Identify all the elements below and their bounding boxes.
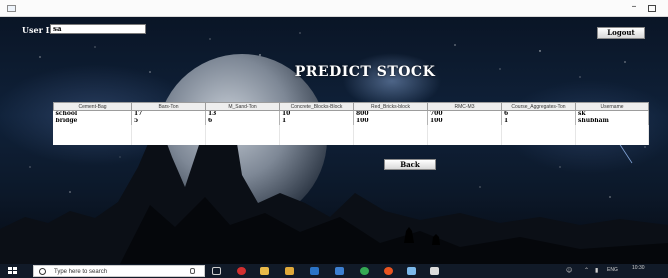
table-cell[interactable]: shubham — [575, 117, 649, 125]
chevron-up-icon[interactable]: ⌃ — [584, 266, 589, 275]
table-cell[interactable]: 1 — [501, 117, 576, 125]
windows-start-icon[interactable] — [8, 267, 18, 275]
task-view-icon[interactable] — [212, 267, 221, 275]
column-header[interactable]: RMC-M3 — [427, 102, 502, 111]
table-cell[interactable]: school — [53, 110, 132, 118]
page-title: PREDICT STOCK — [294, 64, 436, 80]
taskbar: Type here to search ☺ ⌃ ▮ ENG 10:30 — [0, 264, 668, 278]
java-icon[interactable] — [430, 267, 439, 275]
table-empty-area — [53, 124, 649, 145]
table-cell[interactable]: 10 — [279, 110, 354, 118]
language-indicator[interactable]: ENG — [607, 267, 618, 274]
file-explorer-icon[interactable] — [260, 267, 269, 275]
table-cell[interactable]: 17 — [131, 110, 206, 118]
table-cell[interactable]: 800 — [353, 110, 428, 118]
column-header[interactable]: Concrete_Blocks-Block — [279, 102, 354, 111]
logout-button[interactable]: Logout — [597, 27, 645, 39]
edge-icon[interactable] — [310, 267, 319, 275]
file-explorer-icon[interactable] — [285, 267, 294, 275]
settings-icon[interactable] — [384, 267, 393, 275]
user-id-field[interactable]: sa — [50, 24, 146, 34]
column-header[interactable]: Username — [575, 102, 649, 111]
column-header[interactable]: Cement-Bag — [53, 102, 132, 111]
maximize-icon[interactable] — [648, 5, 656, 12]
search-icon — [39, 268, 46, 275]
clock-time[interactable]: 10:30 — [632, 265, 645, 272]
microphone-icon[interactable] — [190, 268, 195, 274]
search-placeholder: Type here to search — [54, 269, 108, 275]
column-header[interactable]: Red_Bricks-block — [353, 102, 428, 111]
table-cell[interactable]: 5 — [131, 117, 206, 125]
table-cell[interactable]: 100 — [427, 117, 502, 125]
back-button[interactable]: Back — [384, 159, 436, 170]
table-row[interactable]: school 17 13 10 800 700 6 sk — [53, 110, 649, 118]
app-window-icon — [7, 5, 16, 12]
table-row[interactable]: bridge 5 6 1 100 100 1 shubham — [53, 117, 649, 125]
people-icon[interactable]: ☺ — [566, 266, 572, 275]
column-header[interactable]: M_Sand-Ton — [205, 102, 280, 111]
table-cell[interactable]: 6 — [501, 110, 576, 118]
window-titlebar: – — [0, 0, 668, 17]
column-header[interactable]: Course_Aggregates-Ton — [501, 102, 576, 111]
table-cell[interactable]: 6 — [205, 117, 280, 125]
table-cell[interactable]: sk — [575, 110, 649, 118]
taskbar-search-input[interactable]: Type here to search — [33, 265, 205, 277]
app-background: User ID sa Logout PREDICT STOCK Cement-B… — [0, 17, 668, 264]
table-cell[interactable]: 700 — [427, 110, 502, 118]
table-cell[interactable]: 100 — [353, 117, 428, 125]
battery-icon[interactable]: ▮ — [595, 266, 598, 275]
opera-icon[interactable] — [237, 267, 246, 275]
table-header-row: Cement-Bag Bars-Ton M_Sand-Ton Concrete_… — [53, 102, 649, 111]
chrome-icon[interactable] — [360, 267, 369, 275]
store-icon[interactable] — [335, 267, 344, 275]
minimize-icon[interactable]: – — [627, 2, 641, 14]
table-cell[interactable]: bridge — [53, 117, 132, 125]
table-cell[interactable]: 1 — [279, 117, 354, 125]
column-header[interactable]: Bars-Ton — [131, 102, 206, 111]
stock-table: Cement-Bag Bars-Ton M_Sand-Ton Concrete_… — [53, 102, 649, 145]
java-icon[interactable] — [407, 267, 416, 275]
table-cell[interactable]: 13 — [205, 110, 280, 118]
